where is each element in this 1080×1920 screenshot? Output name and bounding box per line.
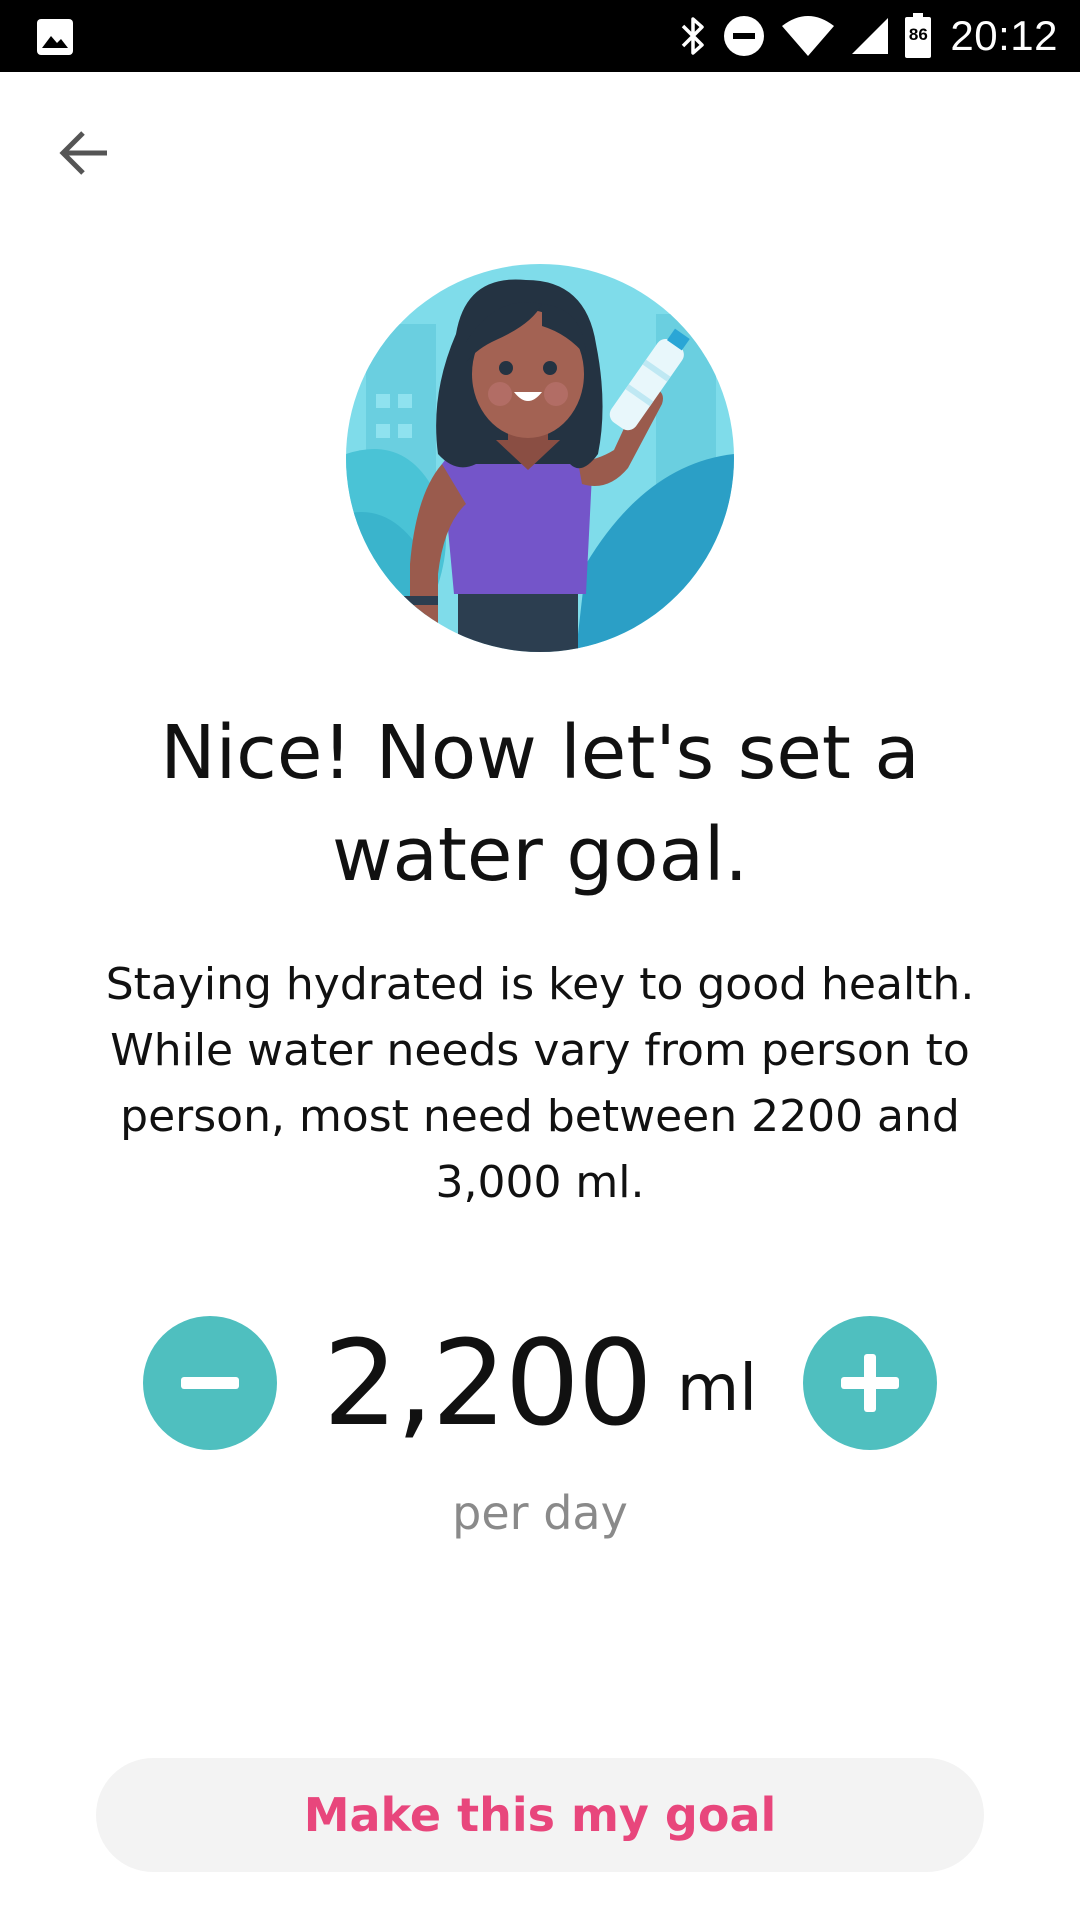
description-text: Staying hydrated is key to good health. …: [105, 959, 975, 1208]
image-icon: [36, 18, 74, 56]
bluetooth-icon: [682, 17, 705, 55]
increase-goal-button[interactable]: [803, 1316, 937, 1450]
page-title: Nice! Now let's set a water goal.: [160, 710, 920, 898]
do-not-disturb-icon: [724, 16, 765, 56]
wifi-icon: [782, 16, 835, 56]
back-button[interactable]: [40, 108, 130, 198]
battery-level: 86: [908, 25, 928, 44]
woman-drinking-water-illustration: [346, 264, 734, 652]
make-goal-button[interactable]: Make this my goal: [96, 1758, 984, 1872]
status-bar: 86 20:12: [0, 0, 1080, 72]
goal-amount: 2,200 ml: [300, 1316, 780, 1450]
make-goal-button-label: Make this my goal: [303, 1788, 777, 1842]
plus-icon: [841, 1354, 899, 1412]
status-icons: 86 20:12: [678, 0, 1058, 72]
status-time: 20:12: [950, 12, 1058, 59]
minus-icon: [181, 1377, 239, 1389]
cell-signal-icon: [852, 18, 889, 54]
battery-icon: 86: [904, 13, 932, 59]
water-goal-stepper: 2,200 ml: [0, 1316, 1080, 1450]
goal-value: 2,200: [323, 1314, 653, 1452]
arrow-back-icon: [59, 131, 107, 175]
goal-period: per day: [452, 1486, 628, 1540]
decrease-goal-button[interactable]: [143, 1316, 277, 1450]
goal-unit: ml: [676, 1352, 757, 1426]
